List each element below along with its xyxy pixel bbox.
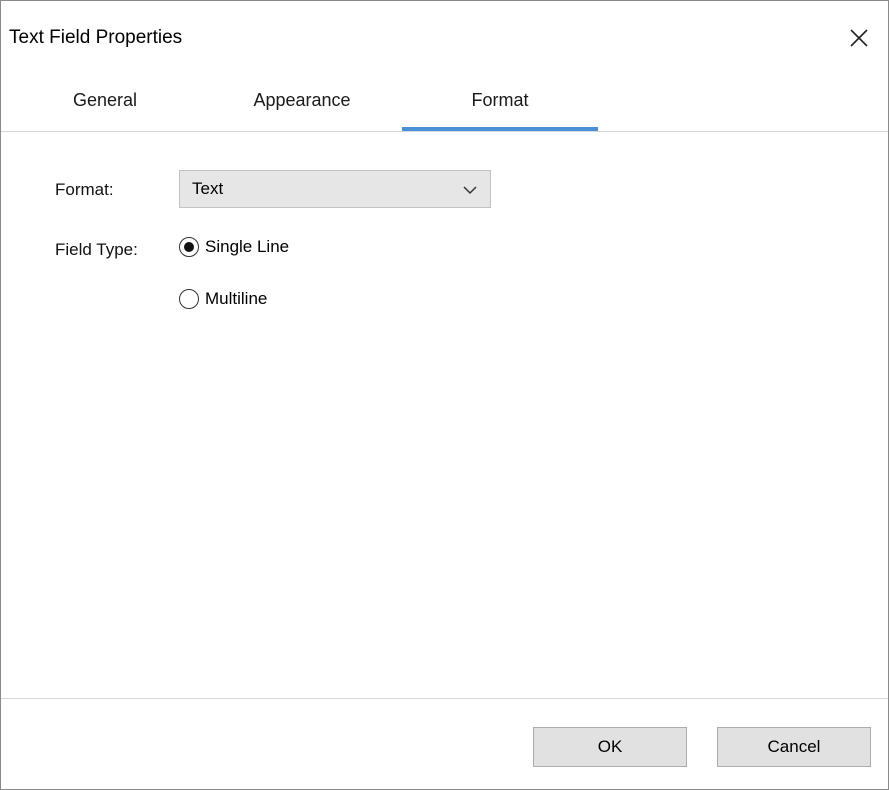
tab-bar: General Appearance Format — [1, 71, 888, 132]
cancel-button[interactable]: Cancel — [717, 727, 871, 767]
radio-multiline[interactable]: Multiline — [179, 289, 267, 309]
close-icon — [850, 29, 868, 47]
tab-format-label: Format — [471, 89, 529, 110]
format-select[interactable]: Text — [179, 170, 491, 208]
format-select-value: Text — [192, 179, 224, 198]
radio-dot — [184, 242, 194, 252]
radio-button-unselected[interactable] — [179, 289, 199, 309]
ok-button[interactable]: OK — [533, 727, 687, 767]
close-button[interactable] — [841, 23, 877, 53]
radio-multiline-label: Multiline — [205, 289, 268, 308]
footer-separator — [1, 698, 888, 699]
text-field-properties-dialog: Text Field Properties General Appearance… — [0, 0, 889, 790]
tab-appearance-label: Appearance — [253, 89, 351, 110]
dialog-title: Text Field Properties — [9, 27, 183, 48]
tab-format[interactable]: Format — [402, 71, 598, 131]
tab-general[interactable]: General — [41, 71, 169, 129]
radio-button-selected[interactable] — [179, 237, 199, 257]
chevron-down-icon — [463, 186, 477, 195]
title-bar: Text Field Properties — [1, 1, 888, 71]
radio-single-line-label: Single Line — [205, 237, 290, 256]
radio-single-line[interactable]: Single Line — [179, 237, 289, 257]
tab-general-label: General — [72, 89, 138, 110]
field-type-label: Field Type: — [55, 240, 138, 259]
tab-appearance[interactable]: Appearance — [207, 71, 397, 129]
format-label: Format: — [55, 180, 114, 199]
